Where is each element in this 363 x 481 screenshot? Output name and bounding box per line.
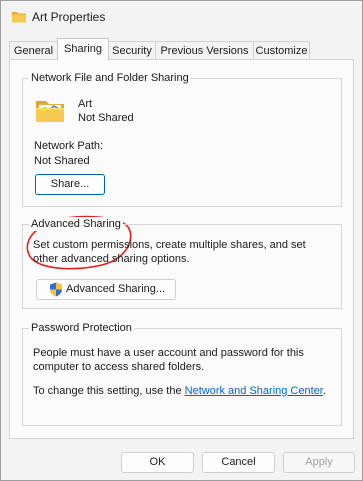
sharing-tab-panel: Network File and Folder Sharing Art Not … xyxy=(9,59,354,439)
cancel-button[interactable]: Cancel xyxy=(202,452,275,473)
folder-name: Art xyxy=(78,98,93,110)
change-setting-text: To change this setting, use the Network … xyxy=(33,384,326,398)
folder-icon xyxy=(11,10,27,27)
tab-customize[interactable]: Customize xyxy=(253,41,310,59)
tab-label: General xyxy=(13,45,54,57)
password-protection-description: People must have a user account and pass… xyxy=(33,347,304,373)
advanced-sharing-group: Advanced Sharing Set custom permissions,… xyxy=(22,217,342,309)
folder-status: Not Shared xyxy=(78,112,134,124)
tab-label: Customize xyxy=(255,45,308,57)
change-setting-suffix: . xyxy=(322,385,326,397)
change-setting-prefix: To change this setting, use the xyxy=(33,385,185,397)
tab-previous-versions[interactable]: Previous Versions xyxy=(155,41,254,59)
tab-security[interactable]: Security xyxy=(108,41,156,59)
network-sharing-center-link[interactable]: Network and Sharing Center xyxy=(185,385,323,397)
dialog-button-bar: OK Cancel Apply xyxy=(1,441,362,481)
tab-label: Security xyxy=(112,45,152,57)
group-title: Password Protection xyxy=(29,321,134,335)
properties-window: Art Properties General Sharing Security … xyxy=(0,0,363,481)
tab-general[interactable]: General xyxy=(9,41,58,59)
folder-icon xyxy=(35,98,65,127)
network-path-value: Not Shared xyxy=(34,155,90,167)
uac-shield-icon xyxy=(49,282,63,304)
advanced-sharing-button-label: Advanced Sharing... xyxy=(66,283,166,295)
apply-button[interactable]: Apply xyxy=(283,452,355,473)
tab-strip: General Sharing Security Previous Versio… xyxy=(9,38,354,60)
network-path-label: Network Path: xyxy=(34,140,104,152)
tab-label: Previous Versions xyxy=(160,45,249,57)
share-button[interactable]: Share... xyxy=(35,174,105,195)
network-sharing-group: Network File and Folder Sharing Art Not … xyxy=(22,71,342,207)
title-bar[interactable]: Art Properties xyxy=(1,1,362,33)
window-title: Art Properties xyxy=(32,10,106,24)
advanced-sharing-description: Set custom permissions, create multiple … xyxy=(33,239,306,265)
tab-label: Sharing xyxy=(64,43,102,55)
tab-sharing[interactable]: Sharing xyxy=(57,38,109,60)
password-protection-group: Password Protection People must have a u… xyxy=(22,321,342,426)
ok-button[interactable]: OK xyxy=(121,452,194,473)
group-title: Advanced Sharing xyxy=(29,217,123,231)
advanced-sharing-button[interactable]: Advanced Sharing... xyxy=(36,279,176,300)
group-title: Network File and Folder Sharing xyxy=(29,71,191,85)
